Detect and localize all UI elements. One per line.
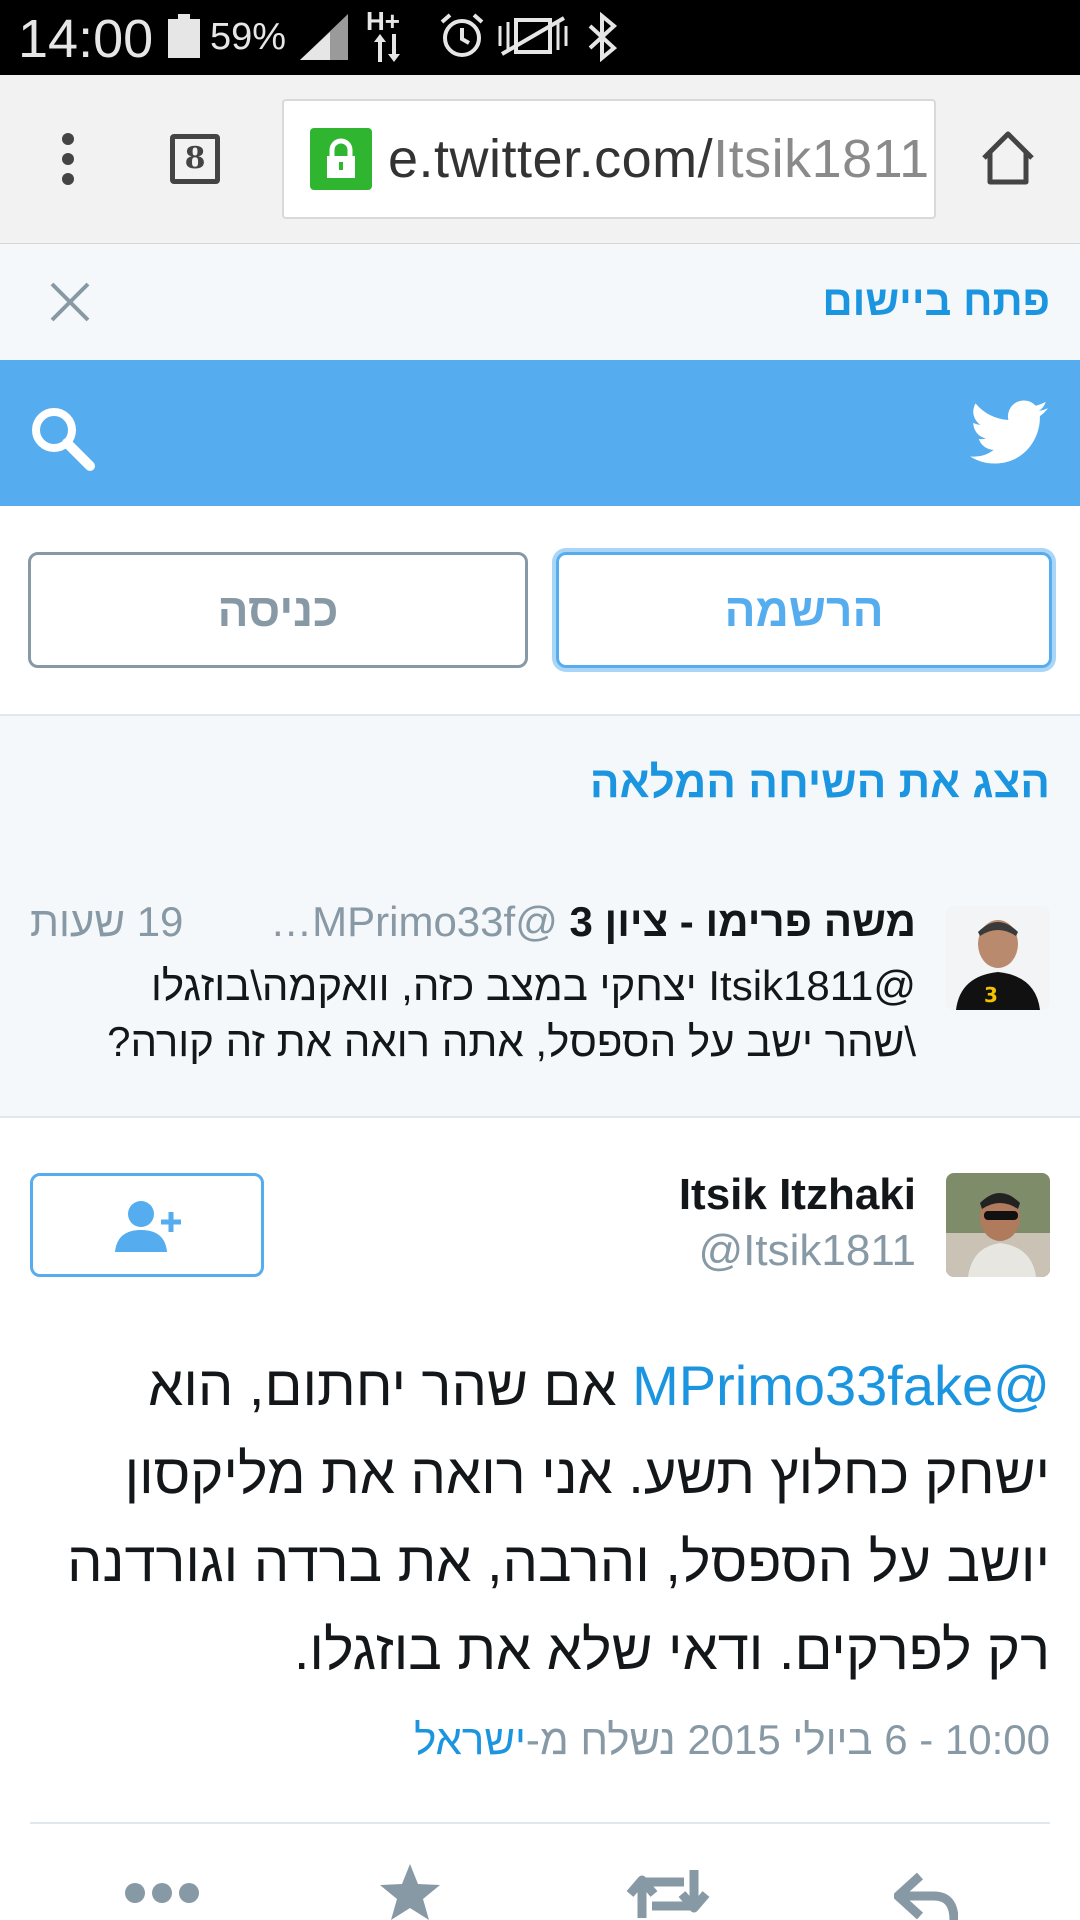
reply-icon[interactable] bbox=[894, 1872, 958, 1920]
tweet-author-name[interactable]: Itsik Itzhaki bbox=[679, 1170, 916, 1220]
url-text[interactable]: e.twitter.com/Itsik1811 bbox=[388, 128, 930, 190]
reply-text-line: @Itsik1811 יצחקי במצב כזה, וואקמה\בוזגלו bbox=[150, 962, 916, 1009]
add-user-icon bbox=[115, 1201, 181, 1252]
reply-author-line: משה פרימו - ציון 3 @MPrimo33f… bbox=[270, 898, 916, 946]
data-arrows-icon bbox=[374, 34, 400, 62]
signal-icon bbox=[300, 14, 348, 60]
tweet-author-handle[interactable]: @Itsik1811 bbox=[698, 1226, 916, 1276]
show-full-conversation-link[interactable]: הצג את השיחה המלאה bbox=[590, 758, 1050, 808]
twitter-bird-icon[interactable] bbox=[970, 400, 1048, 466]
tweet-mention-link[interactable]: @MPrimo33fake bbox=[632, 1354, 1050, 1417]
reply-author-avatar[interactable]: 3 bbox=[946, 906, 1050, 1010]
mute-vibrate-icon bbox=[498, 16, 568, 56]
tweet-author-avatar[interactable] bbox=[946, 1173, 1050, 1277]
overflow-menu-icon[interactable] bbox=[60, 132, 76, 186]
home-icon[interactable] bbox=[980, 130, 1036, 186]
battery-percent: 59% bbox=[210, 16, 287, 58]
divider bbox=[30, 1822, 1050, 1824]
clock: 14:00 bbox=[18, 9, 154, 69]
tweet-text: @MPrimo33fake אם שהר יחתום, הוא ישחק כחל… bbox=[30, 1342, 1050, 1694]
open-in-app-link[interactable]: פתח ביישום bbox=[822, 277, 1050, 325]
reply-timestamp[interactable]: 19 שעות bbox=[30, 898, 183, 946]
reply-text-line: \שהר ישב על הספסל, אתה רואה את זה קורה? bbox=[107, 1018, 916, 1065]
follow-button[interactable] bbox=[30, 1173, 264, 1277]
url-path: Itsik1811 bbox=[713, 129, 930, 189]
signup-button[interactable]: הרשמה bbox=[556, 552, 1052, 668]
bluetooth-icon bbox=[588, 12, 618, 62]
reply-author-handle[interactable]: @MPrimo33f… bbox=[270, 898, 558, 945]
tweet-place-link[interactable]: ישראל bbox=[414, 1716, 526, 1763]
retweet-icon[interactable] bbox=[626, 1868, 710, 1920]
more-options-icon[interactable] bbox=[124, 1882, 200, 1904]
tab-switcher-button[interactable]: 8 bbox=[170, 134, 220, 184]
tweet-meta: 10:00 - 6 ביולי 2015 נשלח מ-ישראל bbox=[414, 1716, 1050, 1764]
status-bar: 14:00 59% H+ bbox=[0, 0, 1080, 75]
search-icon[interactable] bbox=[28, 404, 96, 472]
tweet-timestamp[interactable]: 10:00 - 6 ביולי 2015 נשלח מ- bbox=[526, 1716, 1050, 1763]
battery-icon bbox=[168, 14, 200, 58]
svg-text:3: 3 bbox=[984, 983, 998, 1007]
twitter-header bbox=[0, 360, 1080, 506]
alarm-icon bbox=[440, 13, 484, 57]
login-button[interactable]: כניסה bbox=[28, 552, 528, 668]
reply-text: @Itsik1811 יצחקי במצב כזה, וואקמה\בוזגלו… bbox=[36, 958, 916, 1070]
favorite-star-icon[interactable] bbox=[380, 1864, 440, 1920]
network-type: H+ bbox=[366, 6, 400, 36]
url-host: e.twitter.com/ bbox=[388, 129, 714, 189]
close-icon[interactable] bbox=[48, 280, 92, 324]
reply-author-name[interactable]: משה פרימו - ציון 3 bbox=[570, 898, 916, 945]
secure-lock-icon bbox=[310, 128, 372, 190]
